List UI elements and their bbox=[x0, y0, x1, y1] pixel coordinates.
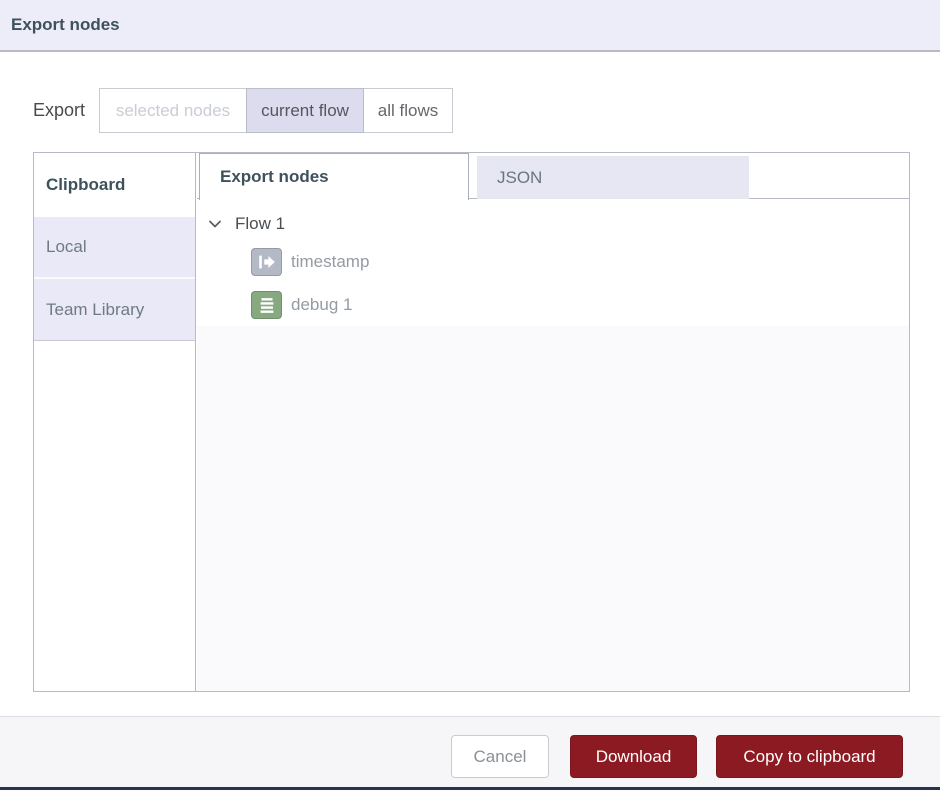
sidebar-item-team-library[interactable]: Team Library bbox=[34, 279, 195, 341]
export-scope-button-group: selected nodes current flow all flows bbox=[99, 88, 453, 133]
dialog-footer: Cancel Download Copy to clipboard bbox=[0, 716, 940, 790]
inject-arrow-icon bbox=[251, 248, 282, 276]
node-label: timestamp bbox=[291, 252, 369, 272]
export-selector-label: Export bbox=[33, 88, 85, 133]
library-sidebar: Clipboard Local Team Library bbox=[34, 153, 196, 691]
export-scope-all-flows-button[interactable]: all flows bbox=[363, 88, 453, 133]
export-panel: Clipboard Local Team Library Export node… bbox=[33, 152, 910, 692]
copy-to-clipboard-button[interactable]: Copy to clipboard bbox=[716, 735, 903, 778]
dialog-title: Export nodes bbox=[0, 0, 940, 50]
export-scope-selected-nodes-button[interactable]: selected nodes bbox=[99, 88, 247, 133]
flow-tree-rows: Flow 1 timestamp bbox=[197, 199, 909, 326]
download-button[interactable]: Download bbox=[570, 735, 697, 778]
export-scope-current-flow-button[interactable]: current flow bbox=[246, 88, 364, 133]
sidebar-item-label: Team Library bbox=[46, 300, 144, 320]
flow-label: Flow 1 bbox=[235, 214, 285, 234]
view-tab-bar: Export nodes JSON bbox=[197, 153, 909, 199]
debug-lines-icon bbox=[251, 291, 282, 319]
sidebar-item-label: Clipboard bbox=[46, 175, 125, 195]
flow-tree: Flow 1 timestamp bbox=[197, 199, 909, 691]
chevron-down-icon[interactable] bbox=[207, 216, 223, 232]
sidebar-item-local[interactable]: Local bbox=[34, 217, 195, 279]
sidebar-item-label: Local bbox=[46, 237, 87, 257]
node-label: debug 1 bbox=[291, 295, 352, 315]
tree-row-node-timestamp[interactable]: timestamp bbox=[197, 240, 909, 283]
tree-row-flow[interactable]: Flow 1 bbox=[197, 208, 909, 240]
tab-export-nodes[interactable]: Export nodes bbox=[199, 153, 469, 200]
dialog-header: Export nodes bbox=[0, 0, 940, 52]
tab-json[interactable]: JSON bbox=[477, 156, 749, 199]
sidebar-item-clipboard[interactable]: Clipboard bbox=[34, 153, 195, 217]
cancel-button[interactable]: Cancel bbox=[451, 735, 549, 778]
tree-row-node-debug[interactable]: debug 1 bbox=[197, 283, 909, 326]
